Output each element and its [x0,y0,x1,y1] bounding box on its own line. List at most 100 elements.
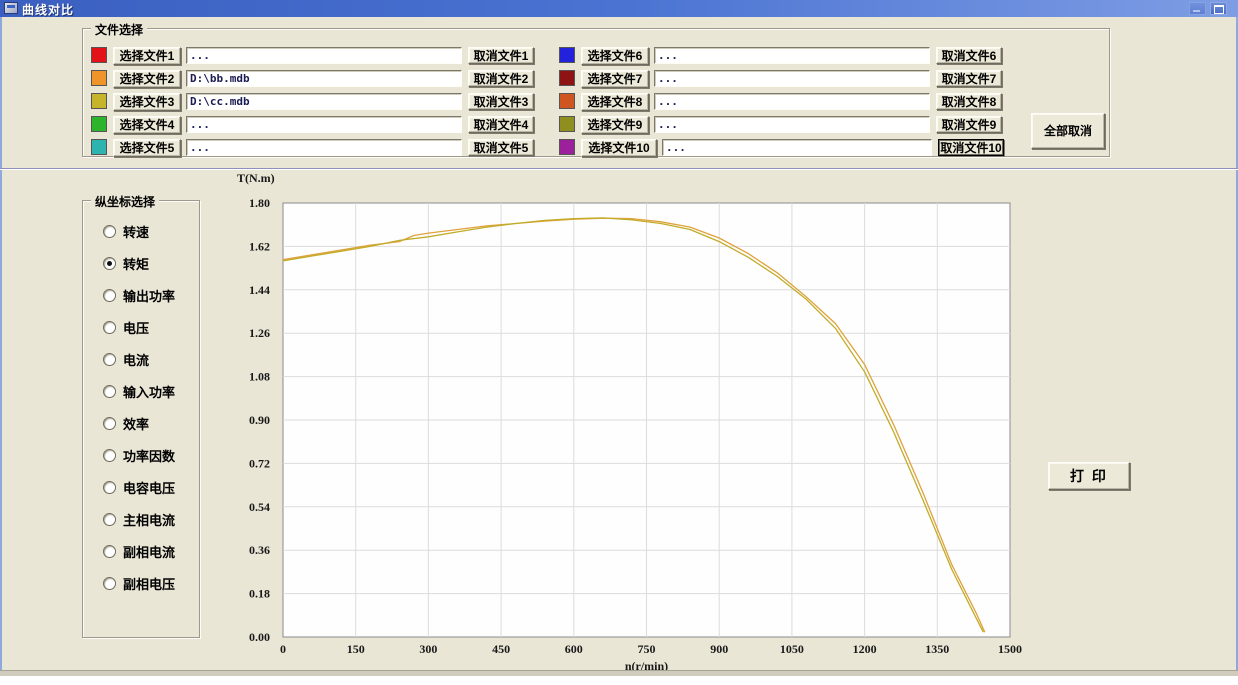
radio-button[interactable] [103,225,116,238]
select-file-button[interactable]: 选择文件4 [113,116,181,134]
radio-label: 电压 [123,318,149,337]
file-row: 选择文件10... 取消文件10 [559,139,1004,157]
file-row: 选择文件9... 取消文件9 [559,116,1002,134]
cancel-file-button[interactable]: 取消文件6 [936,47,1002,64]
file-path-input[interactable]: ... [654,70,930,87]
radio-button[interactable] [103,321,116,334]
cancel-all-button[interactable]: 全部取消 [1031,113,1105,149]
cancel-file-button[interactable]: 取消文件2 [468,70,534,87]
y-axis-option[interactable]: 电容电压 [83,471,199,503]
file-row: 选择文件6... 取消文件6 [559,47,1002,65]
radio-label: 效率 [123,414,149,433]
y-axis-option[interactable]: 效率 [83,407,199,439]
cancel-file-button[interactable]: 取消文件5 [468,139,534,156]
radio-button[interactable] [103,257,116,270]
app-icon [4,2,18,14]
y-axis-option[interactable]: 电流 [83,343,199,375]
y-axis-radio-list: 转速转矩输出功率电压电流输入功率效率功率因数电容电压主相电流副相电流副相电压 [83,215,199,599]
radio-button[interactable] [103,449,116,462]
file-color-swatch [559,139,575,155]
svg-text:1200: 1200 [853,642,877,656]
cancel-file-button[interactable]: 取消文件4 [468,116,534,133]
cancel-file-button[interactable]: 取消文件8 [936,93,1002,110]
y-axis-option[interactable]: 转矩 [83,247,199,279]
radio-button[interactable] [103,545,116,558]
radio-label: 功率因数 [123,446,175,465]
file-path-input[interactable]: ... [654,116,930,133]
title-bar: 曲线对比 [0,0,1238,17]
file-color-swatch [91,70,107,86]
cancel-file-button[interactable]: 取消文件9 [936,116,1002,133]
file-row: 选择文件8... 取消文件8 [559,93,1002,111]
window-content: 文件选择 全部取消 选择文件1...取消文件1选择文件2D:\bb.mdb取消文… [0,17,1238,676]
svg-text:150: 150 [347,642,365,656]
select-file-button[interactable]: 选择文件2 [113,70,181,88]
file-color-swatch [559,116,575,132]
file-path-input[interactable]: ... [662,139,932,156]
select-file-button[interactable]: 选择文件6 [581,47,649,65]
select-file-button[interactable]: 选择文件3 [113,93,181,111]
svg-text:1.44: 1.44 [249,283,270,297]
y-axis-option[interactable]: 功率因数 [83,439,199,471]
y-axis-option[interactable]: 输入功率 [83,375,199,407]
radio-label: 副相电压 [123,574,175,593]
select-file-button[interactable]: 选择文件5 [113,139,181,157]
y-axis-option[interactable]: 副相电流 [83,535,199,567]
cancel-file-button[interactable]: 取消文件10 [938,139,1004,156]
svg-text:0.90: 0.90 [249,413,270,427]
file-path-input[interactable]: ... [186,139,462,156]
svg-text:900: 900 [710,642,728,656]
file-path-input[interactable]: D:\cc.mdb [186,93,462,110]
y-axis-option[interactable]: 电压 [83,311,199,343]
radio-button[interactable] [103,481,116,494]
cancel-file-button[interactable]: 取消文件3 [468,93,534,110]
window-left-border [0,17,2,676]
radio-button[interactable] [103,385,116,398]
maximize-button[interactable] [1210,2,1227,15]
radio-label: 主相电流 [123,510,175,529]
radio-button[interactable] [103,417,116,430]
svg-text:1350: 1350 [925,642,949,656]
radio-button[interactable] [103,513,116,526]
select-file-button[interactable]: 选择文件8 [581,93,649,111]
file-color-swatch [91,93,107,109]
y-axis-selection-group: 纵坐标选择 转速转矩输出功率电压电流输入功率效率功率因数电容电压主相电流副相电流… [82,200,200,638]
svg-text:1500: 1500 [998,642,1022,656]
chart-canvas: 0.000.180.360.540.720.901.081.261.441.62… [220,170,1025,680]
file-row: 选择文件7... 取消文件7 [559,70,1002,88]
file-color-swatch [91,139,107,155]
cancel-file-button[interactable]: 取消文件7 [936,70,1002,87]
radio-button[interactable] [103,577,116,590]
file-path-input[interactable]: D:\bb.mdb [186,70,462,87]
select-file-button[interactable]: 选择文件1 [113,47,181,65]
file-path-input[interactable]: ... [654,93,930,110]
file-color-swatch [559,70,575,86]
radio-button[interactable] [103,289,116,302]
file-path-input[interactable]: ... [654,47,930,64]
file-row: 选择文件4... 取消文件4 [91,116,534,134]
radio-label: 输出功率 [123,286,175,305]
y-axis-option[interactable]: 输出功率 [83,279,199,311]
radio-label: 输入功率 [123,382,175,401]
y-axis-option[interactable]: 副相电压 [83,567,199,599]
radio-label: 转矩 [123,254,149,273]
print-button[interactable]: 打 印 [1048,462,1130,490]
y-axis-option[interactable]: 主相电流 [83,503,199,535]
curve-chart: 0.000.180.360.540.720.901.081.261.441.62… [220,170,1025,680]
svg-text:0.36: 0.36 [249,543,270,557]
y-axis-option[interactable]: 转速 [83,215,199,247]
file-path-input[interactable]: ... [186,47,462,64]
radio-label: 电流 [123,350,149,369]
select-file-button[interactable]: 选择文件9 [581,116,649,134]
svg-text:1050: 1050 [780,642,804,656]
y-axis-group-label: 纵坐标选择 [91,193,159,210]
file-path-input[interactable]: ... [186,116,462,133]
cancel-file-button[interactable]: 取消文件1 [468,47,534,64]
svg-text:450: 450 [492,642,510,656]
file-row: 选择文件2 D:\bb.mdb 取消文件2 [91,70,534,88]
minimize-button[interactable] [1189,2,1206,15]
select-file-button[interactable]: 选择文件7 [581,70,649,88]
radio-button[interactable] [103,353,116,366]
select-file-button[interactable]: 选择文件10 [581,139,657,157]
svg-text:0.00: 0.00 [249,630,270,644]
